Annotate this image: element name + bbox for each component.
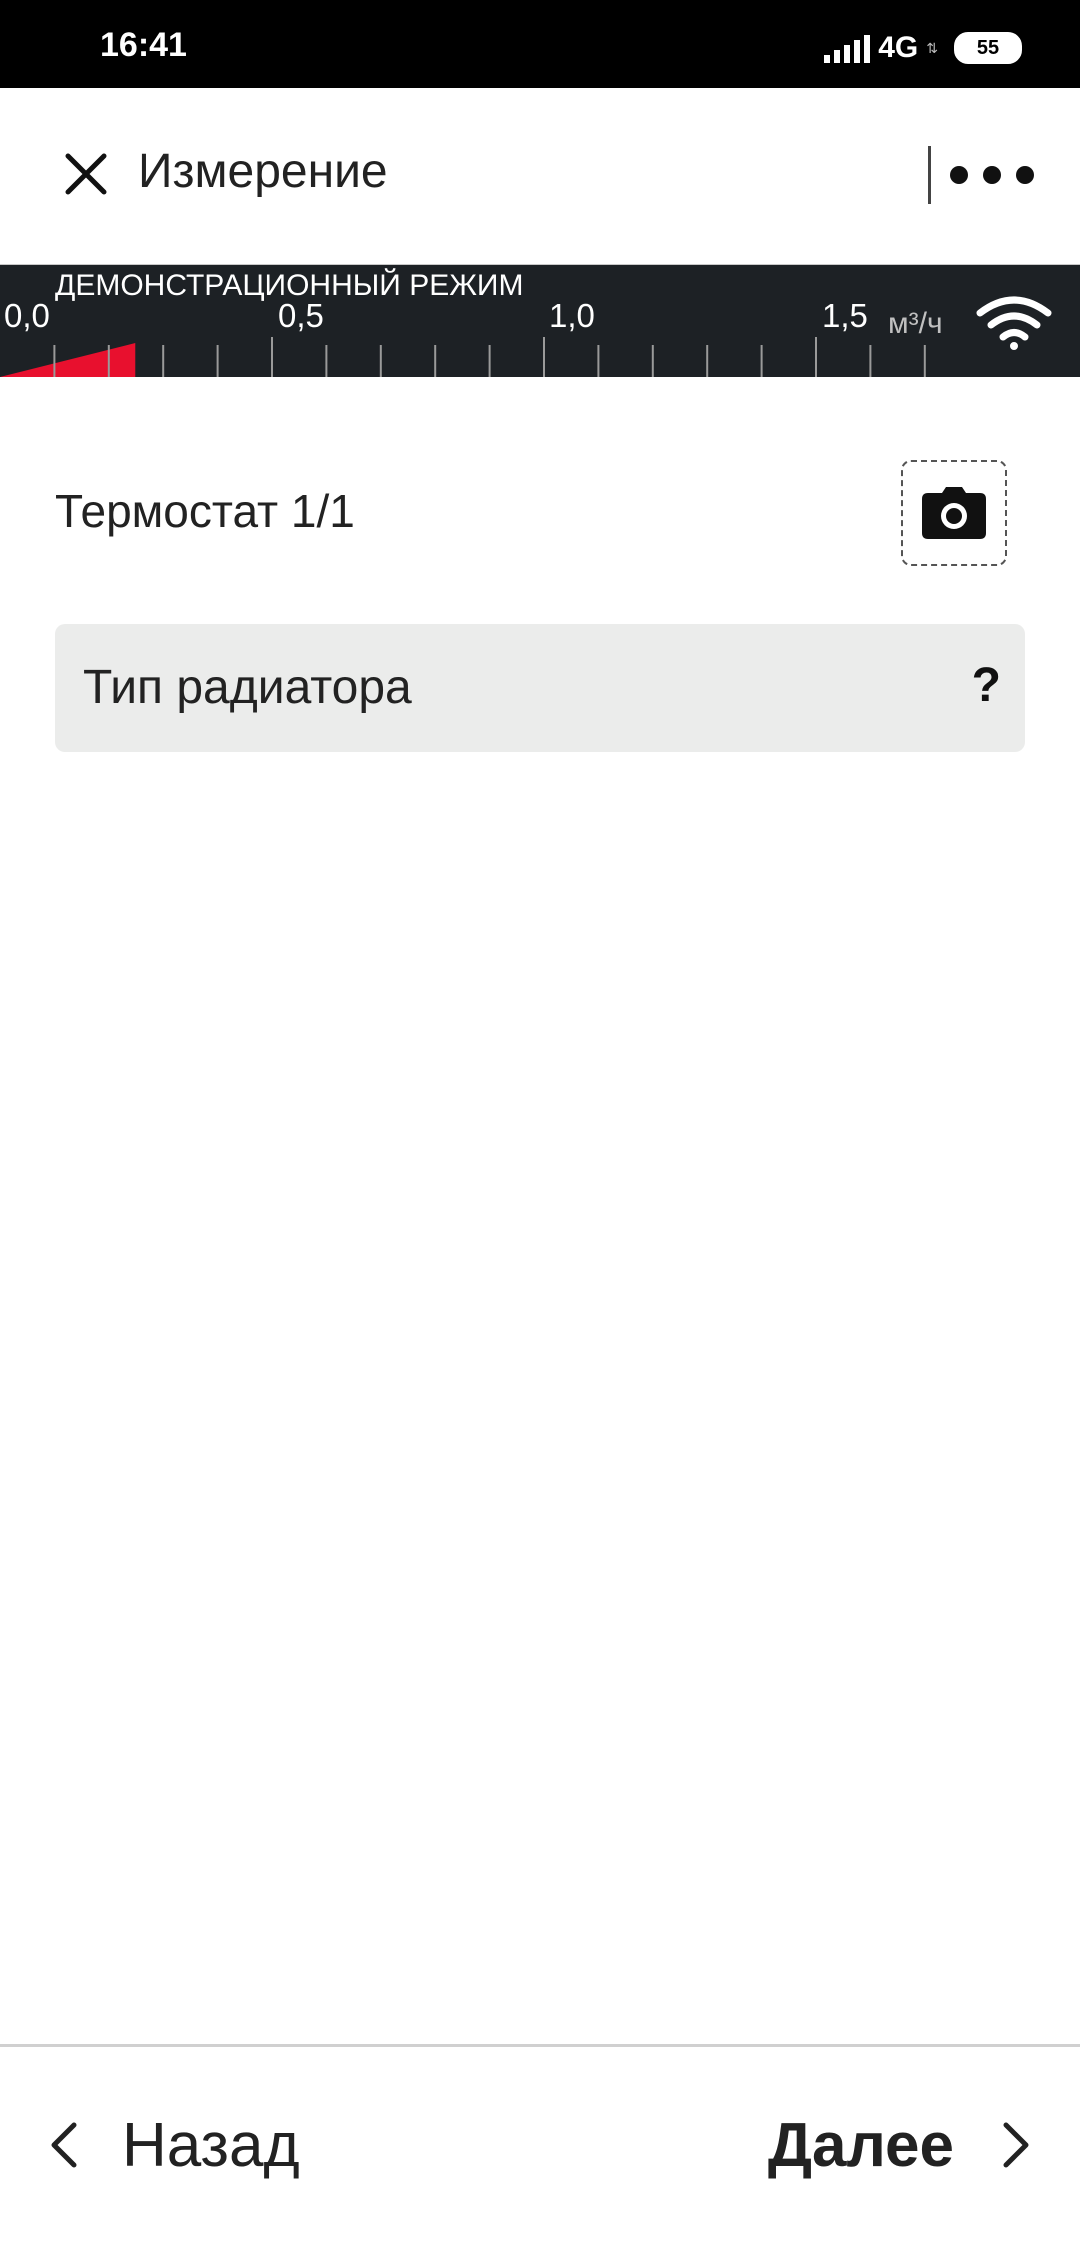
chevron-left-icon bbox=[51, 2122, 77, 2168]
gauge-tick-label: 0,0 bbox=[4, 297, 50, 334]
gauge-tick-label: 1,5 bbox=[822, 297, 868, 334]
flow-gauge: ДЕМОНСТРАЦИОННЫЙ РЕЖИМ 0,0 0,5 1,0 1,5 м… bbox=[0, 265, 1080, 377]
battery-level: 55 bbox=[976, 36, 1000, 59]
chevron-right-icon bbox=[1003, 2122, 1029, 2168]
more-dot-icon bbox=[950, 166, 968, 184]
appbar-divider bbox=[928, 146, 931, 204]
radiator-type-field[interactable]: Тип радиатора ? bbox=[55, 624, 1025, 752]
camera-icon bbox=[922, 487, 986, 539]
camera-button[interactable] bbox=[901, 460, 1007, 566]
close-icon bbox=[65, 153, 107, 195]
next-label: Далее bbox=[767, 2110, 954, 2180]
network-type: 4G bbox=[878, 31, 919, 64]
gauge-tick-label: 0,5 bbox=[278, 297, 324, 334]
signal-icon bbox=[824, 33, 871, 63]
wifi-icon bbox=[976, 296, 1052, 350]
back-label: Назад bbox=[122, 2110, 300, 2180]
next-button[interactable]: Далее bbox=[768, 2100, 1030, 2190]
back-button[interactable]: Назад bbox=[50, 2100, 300, 2190]
status-time: 16:41 bbox=[100, 26, 187, 64]
radiator-type-label: Тип радиатора bbox=[83, 661, 412, 714]
thermostat-label: Термостат 1/1 bbox=[55, 485, 355, 537]
status-bar: 16:41 4G ⇅ 55 bbox=[0, 0, 1080, 88]
bottom-divider bbox=[0, 2044, 1080, 2047]
battery-icon: 55 bbox=[954, 32, 1022, 64]
more-dot-icon bbox=[983, 166, 1001, 184]
page-title: Измерение bbox=[138, 145, 388, 198]
more-options-button[interactable] bbox=[950, 158, 1034, 192]
more-dot-icon bbox=[1016, 166, 1034, 184]
help-button[interactable]: ? bbox=[972, 658, 1001, 713]
status-icons: 4G ⇅ 55 bbox=[824, 28, 1022, 68]
data-arrows-icon: ⇅ bbox=[926, 39, 938, 56]
close-button[interactable] bbox=[56, 144, 116, 204]
gauge-tick-label: 1,0 bbox=[549, 297, 595, 334]
gauge-unit: м³/ч bbox=[888, 307, 943, 340]
gauge-value-indicator bbox=[0, 343, 136, 377]
app-bar: Измерение bbox=[0, 88, 1080, 266]
